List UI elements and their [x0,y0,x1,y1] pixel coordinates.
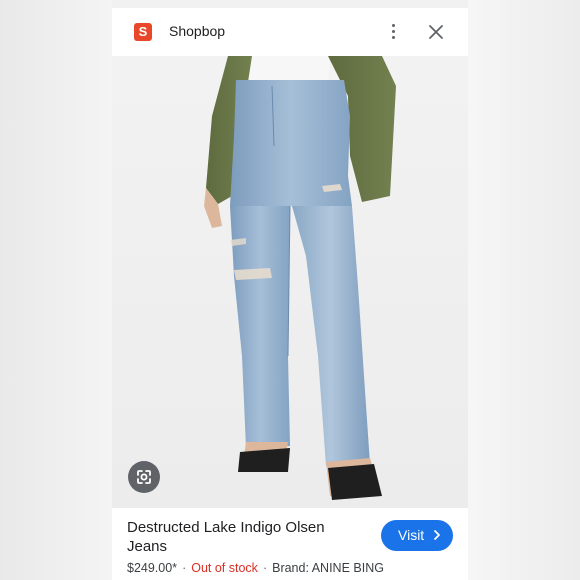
brand: Brand: ANINE BING [272,561,384,575]
visit-button[interactable]: Visit [381,520,453,551]
visit-label: Visit [398,527,425,543]
separator: · [262,561,268,575]
price: $249.00* [127,561,178,575]
product-photo [204,56,396,500]
close-icon [429,25,443,39]
product-image[interactable] [112,56,468,508]
site-favicon[interactable]: S [134,23,152,41]
more-options-button[interactable] [382,20,406,44]
product-card: S Shopbop Destructed Lake Indigo Olsen J… [112,8,468,580]
source-header: S Shopbop [112,8,468,56]
stock-status: Out of stock [191,561,258,575]
background-left [0,0,112,580]
site-name[interactable]: Shopbop [169,23,225,39]
product-title[interactable]: Destructed Lake Indigo Olsen Jeans [127,518,357,556]
lens-search-button[interactable] [128,461,160,493]
close-button[interactable] [424,20,448,44]
google-lens-icon [137,470,151,484]
background-right [468,0,580,580]
product-meta: $249.00* · Out of stock · Brand: ANINE BING [127,561,384,575]
separator: · [182,561,187,575]
chevron-right-icon [434,530,440,540]
more-vert-icon [392,24,396,28]
